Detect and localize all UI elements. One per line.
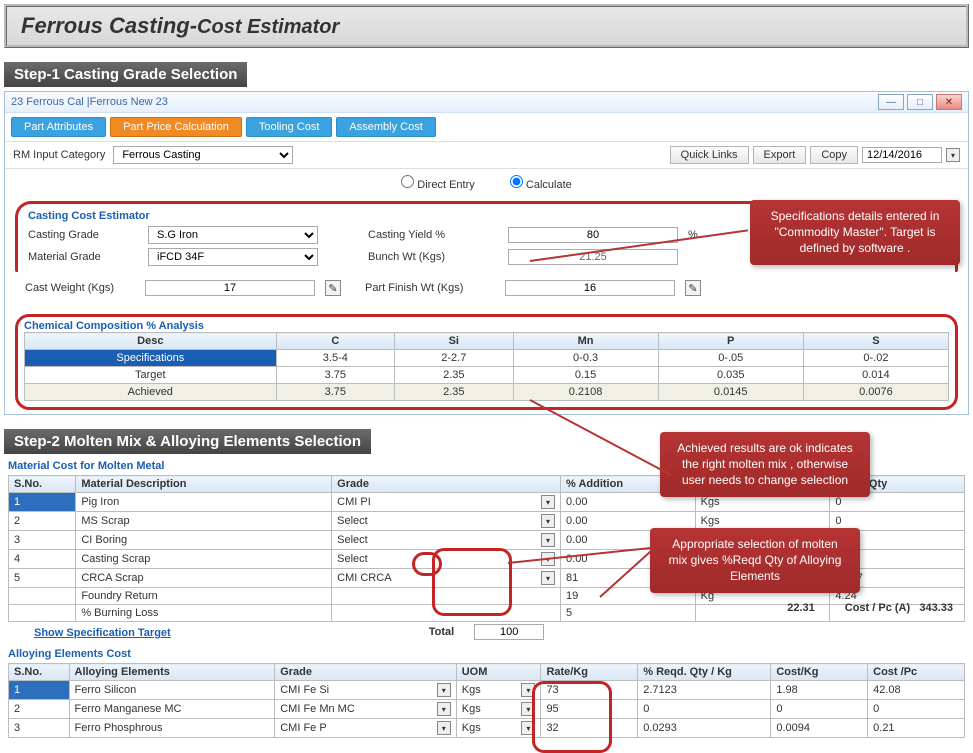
- part-finish-wt-label: Part Finish Wt (Kgs): [365, 282, 495, 294]
- export-button[interactable]: Export: [753, 146, 807, 164]
- chevron-down-icon: ▾: [437, 702, 451, 716]
- alloy-grade-select[interactable]: CMI Fe P▾: [280, 721, 451, 735]
- step-2-header: Step-2 Molten Mix & Alloying Elements Se…: [4, 429, 371, 454]
- chevron-down-icon: ▾: [541, 533, 555, 547]
- cast-weight-field[interactable]: [145, 280, 315, 296]
- chem-row-target: Target 3.752.35 0.150.035 0.014: [25, 367, 949, 384]
- chem-composition-box: Chemical Composition % Analysis Desc C S…: [15, 314, 958, 410]
- tab-tooling-cost[interactable]: Tooling Cost: [246, 117, 333, 137]
- chem-row-specs: Specifications 3.5-42-2.7 0-0.30-.05 0-.…: [25, 350, 949, 367]
- casting-grade-select[interactable]: S.G Iron: [148, 226, 318, 244]
- edit-icon-2[interactable]: ✎: [685, 280, 701, 296]
- quick-links-button[interactable]: Quick Links: [670, 146, 749, 164]
- uom-select[interactable]: Kgs▾: [462, 721, 536, 735]
- chevron-down-icon: ▾: [541, 495, 555, 509]
- uom-select[interactable]: Kgs▾: [462, 702, 536, 716]
- alloy-grade-select[interactable]: CMI Fe Si▾: [280, 683, 451, 697]
- chem-header: Chemical Composition % Analysis: [24, 320, 949, 332]
- tab-part-attributes[interactable]: Part Attributes: [11, 117, 106, 137]
- toolbar-row: RM Input Category Ferrous Casting Quick …: [5, 141, 968, 169]
- tab-assembly-cost[interactable]: Assembly Cost: [336, 117, 435, 137]
- casting-yield-field[interactable]: [508, 227, 678, 243]
- page-title-bar: Ferrous Casting-Cost Estimator: [4, 4, 969, 48]
- cost-pc-value: 343.33: [919, 602, 953, 614]
- window-titlebar: 23 Ferrous Cal |Ferrous New 23 — □ ✕: [5, 92, 968, 113]
- casting-yield-label: Casting Yield %: [368, 229, 498, 241]
- maximize-button[interactable]: □: [907, 94, 933, 110]
- sum-qty: 22.31: [787, 602, 815, 614]
- radio-calculate[interactable]: Calculate: [510, 179, 572, 191]
- chem-row-achieved: Achieved 3.752.35 0.21080.0145 0.0076: [25, 384, 949, 401]
- grade-select[interactable]: Select▾: [337, 514, 555, 528]
- chem-col-si: Si: [395, 333, 513, 350]
- chevron-down-icon: ▾: [521, 683, 535, 697]
- casting-grade-label: Casting Grade: [28, 229, 138, 241]
- chevron-down-icon: ▾: [437, 721, 451, 735]
- table-row: 2Ferro Manganese MCCMI Fe Mn MC▾Kgs▾9500…: [9, 700, 965, 719]
- material-grade-label: Material Grade: [28, 251, 138, 263]
- grade-select[interactable]: CMI CRCA▾: [337, 571, 555, 585]
- chevron-down-icon: ▾: [541, 514, 555, 528]
- chem-table: Desc C Si Mn P S Specifications 3.5-42-2…: [24, 332, 949, 401]
- total-value: [474, 624, 544, 640]
- grade-select[interactable]: Select▾: [337, 533, 555, 547]
- rm-category-label: RM Input Category: [13, 149, 105, 161]
- uom-select[interactable]: Kgs▾: [462, 683, 536, 697]
- chem-col-desc: Desc: [25, 333, 277, 350]
- grade-select[interactable]: CMI PI▾: [337, 495, 555, 509]
- alloy-header: Alloying Elements Cost: [8, 648, 969, 660]
- material-grade-select[interactable]: iFCD 34F: [148, 248, 318, 266]
- grade-select[interactable]: Select▾: [337, 552, 555, 566]
- table-row: 3Ferro PhosphrousCMI Fe P▾Kgs▾320.02930.…: [9, 719, 965, 738]
- callout-achieved: Achieved results are ok indicates the ri…: [660, 432, 870, 497]
- copy-button[interactable]: Copy: [810, 146, 858, 164]
- close-button[interactable]: ✕: [936, 94, 962, 110]
- date-dropdown[interactable]: ▾: [946, 148, 960, 162]
- table-row: 1Ferro SiliconCMI Fe Si▾Kgs▾732.71231.98…: [9, 681, 965, 700]
- tab-part-price-calculation[interactable]: Part Price Calculation: [110, 117, 242, 137]
- title-main: Ferrous Casting-: [21, 13, 197, 38]
- bunch-wt-label: Bunch Wt (Kgs): [368, 251, 498, 263]
- alloy-table: S.No. Alloying Elements Grade UOM Rate/K…: [8, 663, 965, 738]
- callout-specs: Specifications details entered in "Commo…: [750, 200, 960, 265]
- chevron-down-icon: ▾: [541, 571, 555, 585]
- rm-category-select[interactable]: Ferrous Casting: [113, 146, 293, 164]
- tab-row: Part Attributes Part Price Calculation T…: [5, 113, 968, 141]
- chem-col-s: S: [803, 333, 948, 350]
- title-sub: Cost Estimator: [197, 16, 339, 38]
- show-spec-target-link[interactable]: Show Specification Target: [34, 627, 171, 639]
- chem-col-p: P: [658, 333, 803, 350]
- window-caption: 23 Ferrous Cal |Ferrous New 23: [11, 96, 168, 108]
- callout-alloy: Appropriate selection of molten mix give…: [650, 528, 860, 593]
- date-field[interactable]: [862, 147, 942, 163]
- entry-mode-row: Direct Entry Calculate: [5, 169, 968, 197]
- cast-weight-label: Cast Weight (Kgs): [25, 282, 135, 294]
- chem-col-mn: Mn: [513, 333, 658, 350]
- chem-col-c: C: [276, 333, 394, 350]
- chevron-down-icon: ▾: [437, 683, 451, 697]
- chevron-down-icon: ▾: [521, 702, 535, 716]
- chevron-down-icon: ▾: [521, 721, 535, 735]
- total-label: Total: [429, 626, 454, 638]
- part-finish-wt-field[interactable]: [505, 280, 675, 296]
- minimize-button[interactable]: —: [878, 94, 904, 110]
- step-1-header: Step-1 Casting Grade Selection: [4, 62, 247, 87]
- edit-icon[interactable]: ✎: [325, 280, 341, 296]
- alloy-grade-select[interactable]: CMI Fe Mn MC▾: [280, 702, 451, 716]
- radio-direct-entry[interactable]: Direct Entry: [401, 179, 475, 191]
- cost-pc-label: Cost / Pc (A): [845, 602, 910, 614]
